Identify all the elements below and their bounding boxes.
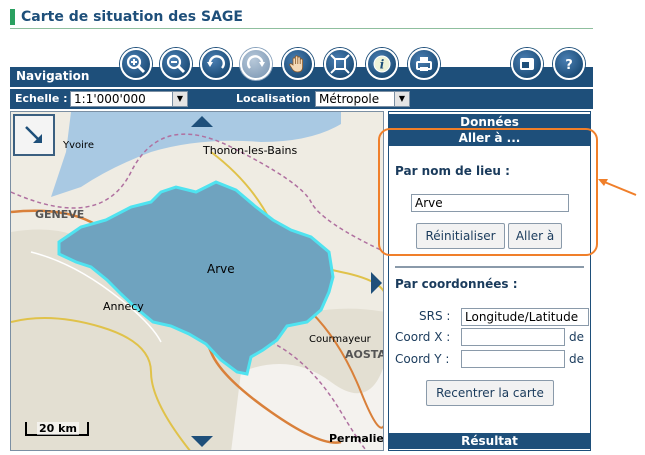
- place-label-aosta: AOSTA: [345, 348, 384, 361]
- svg-text:?: ?: [565, 58, 573, 73]
- location-select-value: Métropole: [319, 92, 380, 106]
- pan-button[interactable]: [282, 48, 314, 80]
- full-extent-icon: [330, 54, 350, 74]
- help-icon: ?: [565, 58, 573, 73]
- place-label-geneve: GENEVE: [35, 208, 85, 221]
- undo-icon: [207, 55, 225, 69]
- pan-east-arrow[interactable]: [371, 272, 382, 294]
- by-coords-title: Par coordonnées :: [395, 277, 518, 291]
- svg-text:i: i: [380, 58, 385, 72]
- chevron-down-icon: ▼: [172, 92, 187, 106]
- annotation-arrow-icon: [598, 179, 637, 196]
- zoom-in-button[interactable]: [120, 48, 152, 80]
- page-title-text: Carte de situation des SAGE: [21, 9, 243, 25]
- redo-button[interactable]: [240, 48, 272, 80]
- section-divider: [395, 266, 584, 268]
- annotation-highlight: [378, 128, 598, 256]
- full-extent-button[interactable]: [324, 48, 356, 80]
- print-icon: [416, 57, 432, 71]
- undo-button[interactable]: [200, 48, 232, 80]
- place-label-annecy: Annecy: [103, 300, 144, 313]
- title-accent-bar: [10, 9, 15, 25]
- window-icon: [520, 58, 534, 70]
- scale-select-value: 1:1'000'000: [74, 92, 146, 106]
- pan-south-arrow[interactable]: [191, 436, 213, 447]
- window-button[interactable]: [511, 48, 543, 80]
- place-label-courmayeur: Courmayeur: [309, 334, 371, 345]
- pan-north-arrow[interactable]: [191, 116, 213, 127]
- overview-map-toggle[interactable]: [13, 114, 55, 156]
- zoom-in-icon: [126, 54, 146, 74]
- arrow-diagonal-icon: [25, 126, 42, 143]
- place-label-thonon: Thonon-les-Bains: [203, 144, 298, 157]
- page-title: Carte de situation des SAGE: [10, 8, 243, 26]
- scale-bar-label: 20 km: [37, 422, 79, 435]
- coord-x-input[interactable]: [461, 328, 565, 346]
- info-button[interactable]: i: [366, 48, 398, 80]
- result-panel-header[interactable]: Résultat: [389, 433, 590, 449]
- location-select[interactable]: Métropole ▼: [315, 91, 410, 107]
- coord-y-label: Coord Y :: [395, 352, 450, 366]
- coord-y-unit: de: [569, 352, 584, 366]
- recenter-map-button[interactable]: Recentrer la carte: [426, 380, 554, 406]
- map-base-layer: [11, 112, 383, 450]
- map-viewport[interactable]: Yvoire Thonon-les-Bains GENEVE Annecy Co…: [10, 111, 384, 451]
- map-controls-bar: Echelle : 1:1'000'000 ▼ Localisation : M…: [10, 89, 593, 109]
- zoom-out-icon: [166, 54, 186, 74]
- pan-hand-icon: [289, 55, 303, 73]
- title-divider: [10, 28, 593, 29]
- chevron-down-icon: ▼: [394, 92, 409, 106]
- place-label-yvoire: Yvoire: [63, 140, 94, 151]
- srs-select[interactable]: Longitude/Latitude: [461, 308, 589, 326]
- help-button[interactable]: ?: [553, 48, 585, 80]
- srs-label: SRS :: [419, 309, 451, 323]
- srs-select-value: Longitude/Latitude: [465, 310, 579, 324]
- info-icon: i: [373, 55, 391, 73]
- scale-label: Echelle :: [15, 92, 68, 105]
- scale-select[interactable]: 1:1'000'000 ▼: [70, 91, 188, 107]
- permalink-link[interactable]: Permalien: [329, 432, 383, 445]
- location-label: Localisation :: [236, 92, 319, 105]
- coord-y-input[interactable]: [461, 350, 565, 368]
- zoom-out-button[interactable]: [160, 48, 192, 80]
- redo-icon: [247, 55, 265, 69]
- navigation-label: Navigation: [16, 69, 90, 83]
- print-button[interactable]: [408, 48, 440, 80]
- coord-x-unit: de: [569, 330, 584, 344]
- sage-label: Arve: [207, 262, 235, 276]
- coord-x-label: Coord X :: [395, 330, 451, 344]
